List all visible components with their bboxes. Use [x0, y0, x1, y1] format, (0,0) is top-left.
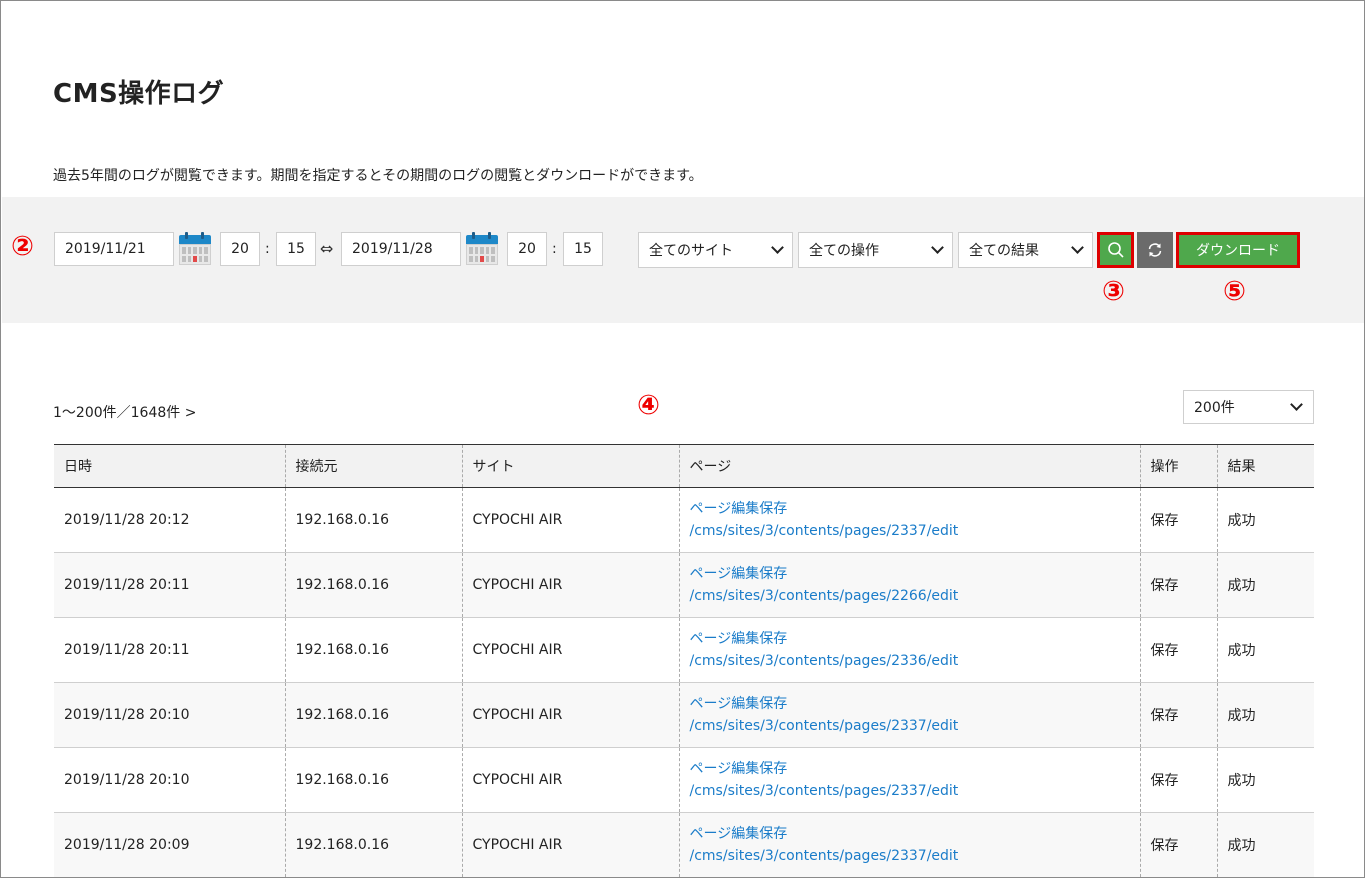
- end-date-input[interactable]: 2019/11/28: [341, 232, 461, 266]
- per-page-value: 200件: [1194, 400, 1235, 416]
- cell-site: CYPOCHI AIR: [461, 682, 679, 748]
- cell-site: CYPOCHI AIR: [461, 617, 679, 683]
- header-site: サイト: [461, 444, 679, 488]
- cell-operation: 保存: [1139, 747, 1217, 813]
- site-select-value: 全てのサイト: [649, 243, 733, 259]
- cell-datetime: 2019/11/28 20:11: [64, 642, 190, 658]
- range-symbol: ⇔: [320, 239, 334, 258]
- page-path-link[interactable]: /cms/sites/3/contents/pages/2337/edit: [690, 715, 1140, 737]
- chevron-down-icon: [931, 241, 944, 254]
- start-hour-input[interactable]: 20: [220, 232, 260, 266]
- page-title-link[interactable]: ページ編集保存: [690, 563, 1140, 585]
- header-datetime: 日時: [64, 459, 92, 475]
- cell-datetime: 2019/11/28 20:10: [64, 707, 190, 723]
- cell-page: ページ編集保存 /cms/sites/3/contents/pages/2336…: [678, 617, 1140, 683]
- cell-operation: 保存: [1139, 487, 1217, 553]
- cell-site: CYPOCHI AIR: [461, 552, 679, 618]
- cell-operation: 保存: [1139, 617, 1217, 683]
- end-minute-input[interactable]: 15: [563, 232, 603, 266]
- annotation-5: ⑤: [1223, 276, 1246, 307]
- header-result: 結果: [1216, 444, 1314, 488]
- header-operation: 操作: [1139, 444, 1217, 488]
- page-title-link[interactable]: ページ編集保存: [690, 823, 1140, 845]
- cell-result: 成功: [1216, 812, 1314, 877]
- cell-operation: 保存: [1139, 682, 1217, 748]
- cell-datetime: 2019/11/28 20:11: [64, 577, 190, 593]
- reset-button[interactable]: [1137, 232, 1173, 268]
- annotation-3: ③: [1102, 276, 1125, 307]
- start-minute-input[interactable]: 15: [276, 232, 316, 266]
- log-table: 日時 接続元 サイト ページ 操作 結果 2019/11/28 20:12 19…: [54, 444, 1314, 877]
- time-separator: :: [265, 241, 270, 257]
- site-select[interactable]: 全てのサイト: [638, 232, 793, 268]
- operation-select-value: 全ての操作: [809, 243, 879, 259]
- search-button[interactable]: [1097, 232, 1134, 268]
- table-row: 2019/11/28 20:09 192.168.0.16 CYPOCHI AI…: [54, 812, 1314, 877]
- chevron-down-icon: [771, 241, 784, 254]
- cell-site: CYPOCHI AIR: [461, 747, 679, 813]
- cell-site: CYPOCHI AIR: [461, 812, 679, 877]
- annotation-4: ④: [637, 390, 660, 421]
- search-icon: [1107, 242, 1124, 258]
- result-select-value: 全ての結果: [969, 243, 1039, 259]
- cell-operation: 保存: [1139, 812, 1217, 877]
- header-page: ページ: [678, 444, 1140, 488]
- cell-result: 成功: [1216, 552, 1314, 618]
- table-row: 2019/11/28 20:10 192.168.0.16 CYPOCHI AI…: [54, 747, 1314, 813]
- page-path-link[interactable]: /cms/sites/3/contents/pages/2337/edit: [690, 845, 1140, 867]
- time-separator: :: [552, 241, 557, 257]
- table-row: 2019/11/28 20:10 192.168.0.16 CYPOCHI AI…: [54, 682, 1314, 748]
- calendar-icon[interactable]: [465, 232, 499, 266]
- result-select[interactable]: 全ての結果: [958, 232, 1093, 268]
- cell-result: 成功: [1216, 487, 1314, 553]
- page-title-link[interactable]: ページ編集保存: [690, 758, 1140, 780]
- cell-source: 192.168.0.16: [284, 617, 462, 683]
- cell-source: 192.168.0.16: [284, 747, 462, 813]
- page-title-link[interactable]: ページ編集保存: [690, 628, 1140, 650]
- cell-operation: 保存: [1139, 552, 1217, 618]
- cell-result: 成功: [1216, 747, 1314, 813]
- page-path-link[interactable]: /cms/sites/3/contents/pages/2337/edit: [690, 780, 1140, 802]
- page-title-link[interactable]: ページ編集保存: [690, 498, 1140, 520]
- refresh-icon: [1148, 243, 1162, 257]
- cell-result: 成功: [1216, 682, 1314, 748]
- page-path-link[interactable]: /cms/sites/3/contents/pages/2266/edit: [690, 585, 1140, 607]
- cell-result: 成功: [1216, 617, 1314, 683]
- cell-source: 192.168.0.16: [284, 487, 462, 553]
- page-path-link[interactable]: /cms/sites/3/contents/pages/2336/edit: [690, 650, 1140, 672]
- table-header-row: 日時 接続元 サイト ページ 操作 結果: [54, 444, 1314, 488]
- cell-site: CYPOCHI AIR: [461, 487, 679, 553]
- calendar-icon[interactable]: [178, 232, 212, 266]
- page-intro: 過去5年間のログが閲覧できます。期間を指定するとその期間のログの閲覧とダウンロー…: [53, 168, 703, 184]
- header-source: 接続元: [284, 444, 462, 488]
- cell-page: ページ編集保存 /cms/sites/3/contents/pages/2337…: [678, 747, 1140, 813]
- per-page-select[interactable]: 200件: [1183, 390, 1314, 424]
- operation-select[interactable]: 全ての操作: [798, 232, 953, 268]
- page-frame: CMS操作ログ 過去5年間のログが閲覧できます。期間を指定するとその期間のログの…: [0, 0, 1365, 878]
- annotation-2: ②: [11, 231, 34, 262]
- cell-datetime: 2019/11/28 20:10: [64, 772, 190, 788]
- end-hour-input[interactable]: 20: [507, 232, 547, 266]
- cell-page: ページ編集保存 /cms/sites/3/contents/pages/2337…: [678, 812, 1140, 877]
- chevron-down-icon: [1290, 398, 1303, 411]
- page-title-link[interactable]: ページ編集保存: [690, 693, 1140, 715]
- cell-datetime: 2019/11/28 20:09: [64, 837, 190, 853]
- cell-page: ページ編集保存 /cms/sites/3/contents/pages/2266…: [678, 552, 1140, 618]
- chevron-down-icon: [1071, 241, 1084, 254]
- table-row: 2019/11/28 20:12 192.168.0.16 CYPOCHI AI…: [54, 487, 1314, 553]
- table-row: 2019/11/28 20:11 192.168.0.16 CYPOCHI AI…: [54, 552, 1314, 618]
- cell-page: ページ編集保存 /cms/sites/3/contents/pages/2337…: [678, 682, 1140, 748]
- table-row: 2019/11/28 20:11 192.168.0.16 CYPOCHI AI…: [54, 617, 1314, 683]
- start-date-input[interactable]: 2019/11/21: [54, 232, 174, 266]
- cell-page: ページ編集保存 /cms/sites/3/contents/pages/2337…: [678, 487, 1140, 553]
- download-button[interactable]: ダウンロード: [1176, 232, 1300, 268]
- cell-source: 192.168.0.16: [284, 812, 462, 877]
- cell-source: 192.168.0.16: [284, 682, 462, 748]
- page-path-link[interactable]: /cms/sites/3/contents/pages/2337/edit: [690, 520, 1140, 542]
- page-title: CMS操作ログ: [53, 79, 225, 109]
- cell-source: 192.168.0.16: [284, 552, 462, 618]
- cell-datetime: 2019/11/28 20:12: [64, 512, 190, 528]
- pagination-summary[interactable]: 1～200件／1648件 >: [53, 402, 196, 422]
